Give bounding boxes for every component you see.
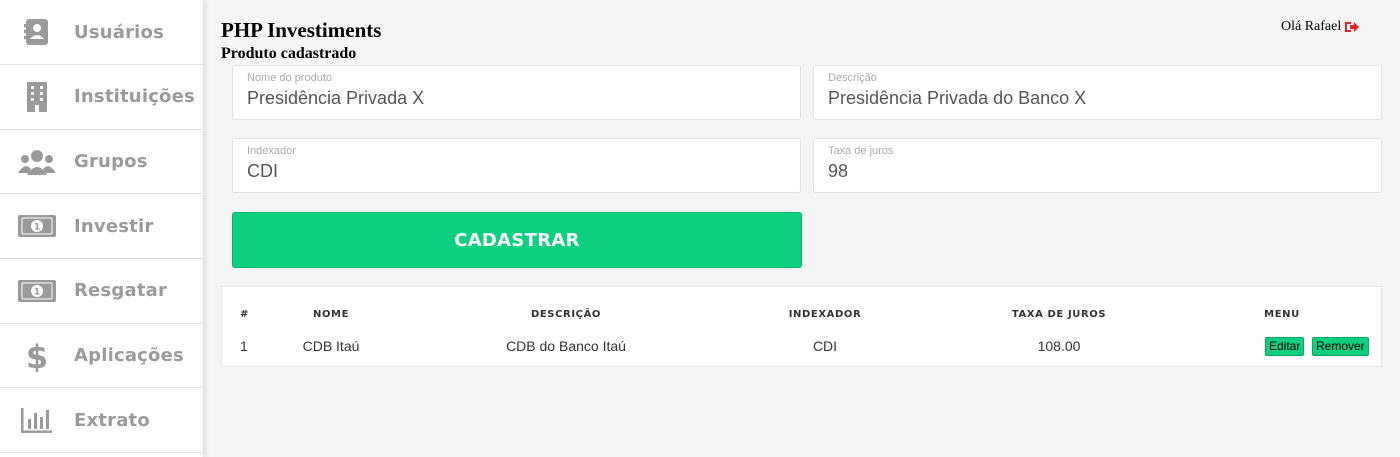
indexer-input[interactable] [247, 161, 777, 182]
edit-button[interactable]: Editar [1265, 337, 1305, 356]
svg-text:1: 1 [34, 287, 40, 297]
column-header-description: DESCRIÇÃO [530, 309, 602, 320]
sidebar-item-label: Instituições [74, 86, 195, 108]
cell-id: 1 [240, 338, 248, 354]
svg-text:$: $ [28, 340, 46, 372]
column-header-interest-rate: TAXA DE JUROS [1011, 309, 1107, 320]
sidebar-item-label: Resgatar [74, 280, 168, 302]
sidebar-item-instituicoes[interactable]: Instituições [0, 65, 203, 130]
building-icon [0, 81, 74, 112]
interest-rate-label: Taxa de juros [828, 145, 894, 157]
sidebar: Usuários Instituições Grupos 1 Investir … [0, 0, 203, 457]
product-name-field: Nome do produto [232, 65, 801, 120]
sidebar-item-extrato[interactable]: Extrato [0, 388, 203, 454]
indexer-label: Indexador [247, 145, 296, 157]
sidebar-item-label: Usuários [74, 21, 165, 43]
column-header-indexer: INDEXADOR [788, 309, 862, 320]
sidebar-item-label: Grupos [74, 151, 148, 173]
sidebar-item-aplicacoes[interactable]: $ Aplicações [0, 324, 203, 389]
product-name-label: Nome do produto [247, 72, 332, 84]
description-input[interactable] [828, 88, 1358, 109]
sidebar-item-investir[interactable]: 1 Investir [0, 194, 203, 260]
description-field: Descrição [813, 65, 1382, 120]
cell-description: CDB do Banco Itaú [506, 338, 626, 354]
interest-rate-field: Taxa de juros [813, 138, 1382, 193]
indexer-field: Indexador [232, 138, 801, 193]
sidebar-item-label: Extrato [74, 409, 150, 431]
money-bill-icon: 1 [0, 279, 74, 302]
bar-chart-icon [0, 407, 74, 434]
dollar-sign-icon: $ [0, 340, 74, 372]
cell-indexer: CDI [812, 338, 838, 354]
greeting-text: Olá Rafael [1281, 19, 1342, 34]
users-icon [0, 149, 74, 175]
app-title: PHP Investiments [221, 18, 382, 42]
remove-button[interactable]: Remover [1312, 337, 1369, 356]
sidebar-item-label: Aplicações [74, 345, 184, 367]
interest-rate-input[interactable] [828, 161, 1358, 182]
sidebar-item-resgatar[interactable]: 1 Resgatar [0, 259, 203, 324]
page-subtitle: Produto cadastrado [221, 45, 357, 62]
address-book-icon [0, 18, 74, 46]
description-label: Descrição [828, 72, 877, 84]
logout-icon[interactable] [1345, 21, 1360, 33]
cell-interest-rate: 108.00 [1037, 338, 1081, 354]
cell-name: CDB Itaú [302, 338, 360, 354]
column-header-name: NOME [312, 309, 350, 320]
products-table: # NOME DESCRIÇÃO INDEXADOR TAXA DE JUROS… [221, 286, 1382, 367]
column-header-menu: MENU [1264, 309, 1300, 320]
sidebar-item-label: Investir [74, 215, 154, 237]
user-greeting: Olá Rafael [1281, 19, 1360, 35]
sidebar-item-usuarios[interactable]: Usuários [0, 0, 203, 65]
register-button[interactable]: CADASTRAR [232, 212, 802, 268]
column-header-id: # [240, 309, 249, 320]
product-name-input[interactable] [247, 88, 777, 109]
svg-text:1: 1 [34, 223, 40, 233]
money-bill-icon: 1 [0, 215, 74, 238]
sidebar-item-grupos[interactable]: Grupos [0, 130, 203, 195]
